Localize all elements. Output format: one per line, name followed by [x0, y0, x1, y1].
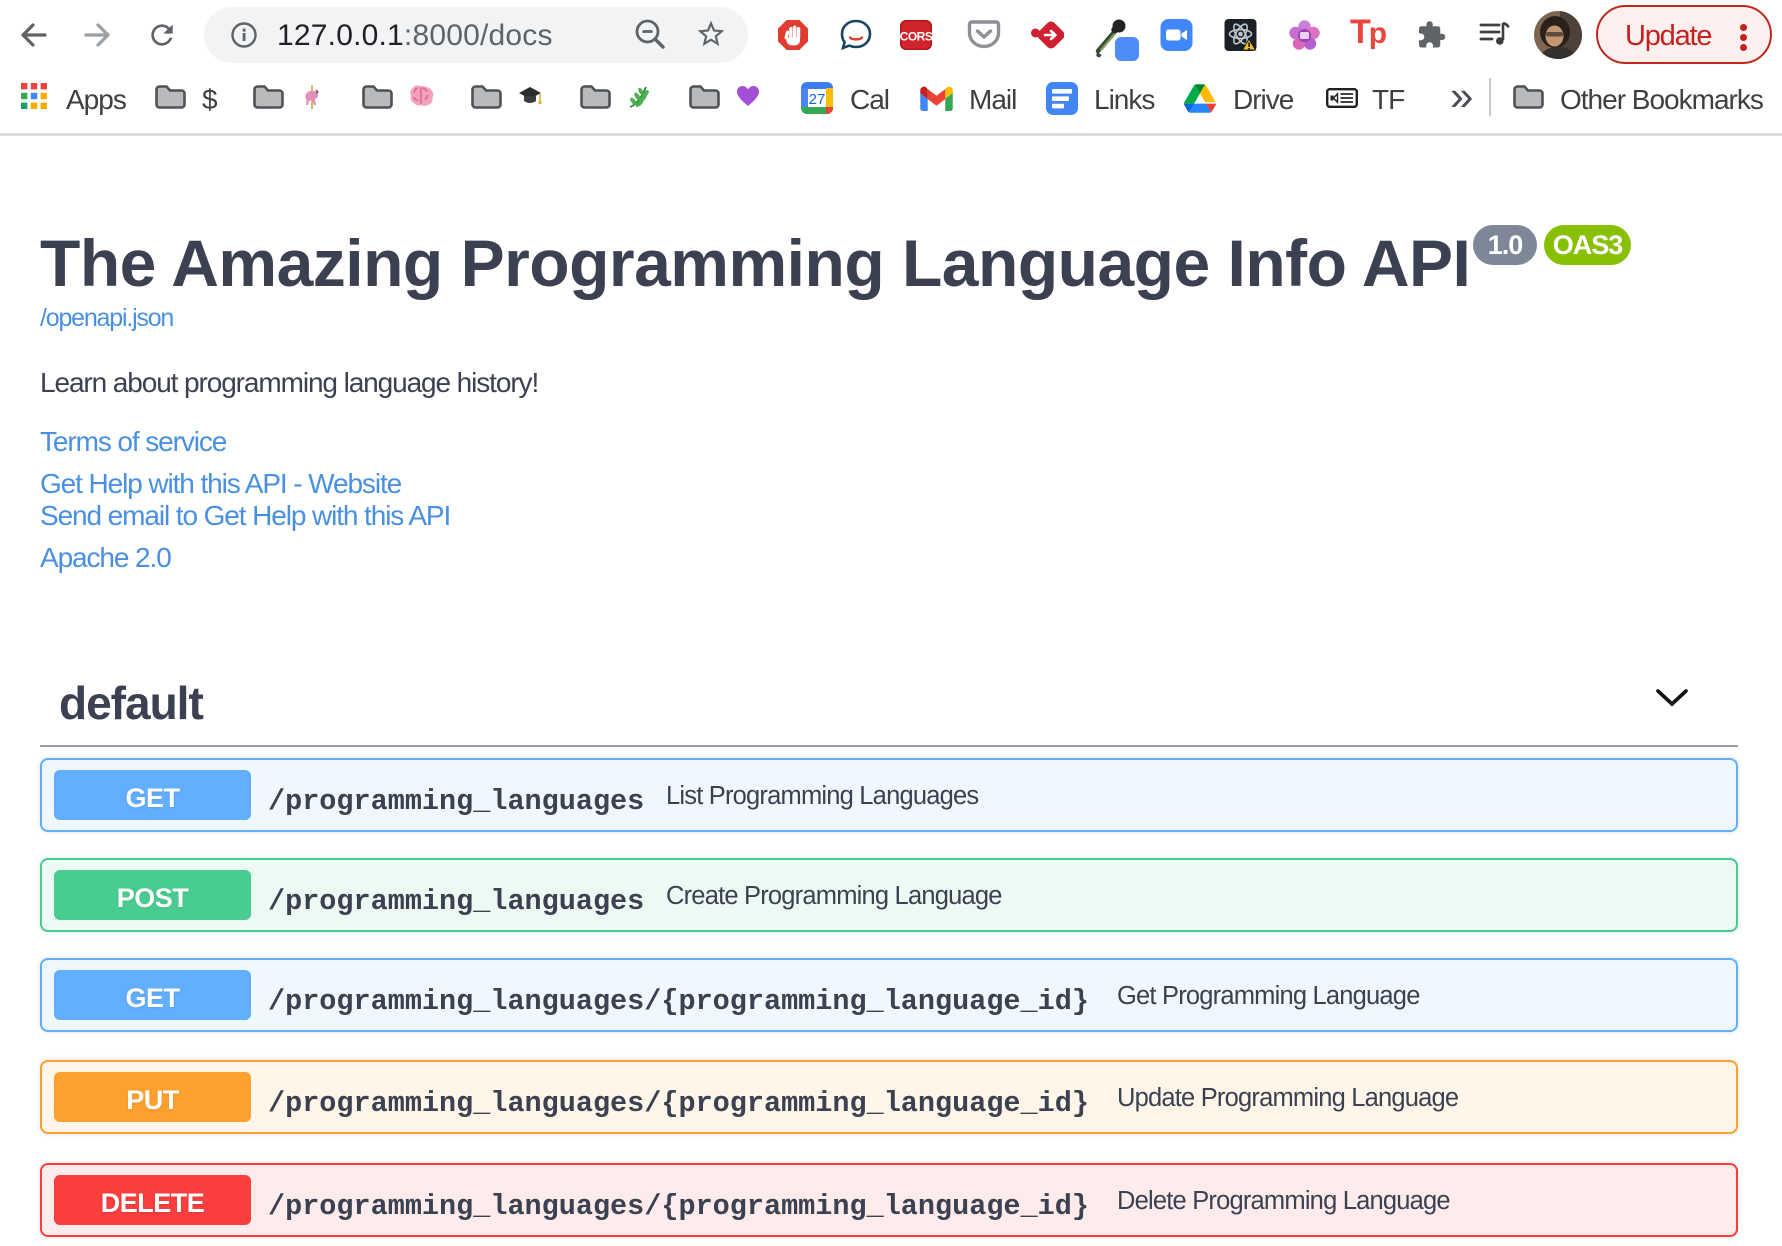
svg-text:27: 27: [809, 91, 826, 108]
svg-text:CORS: CORS: [900, 30, 933, 44]
